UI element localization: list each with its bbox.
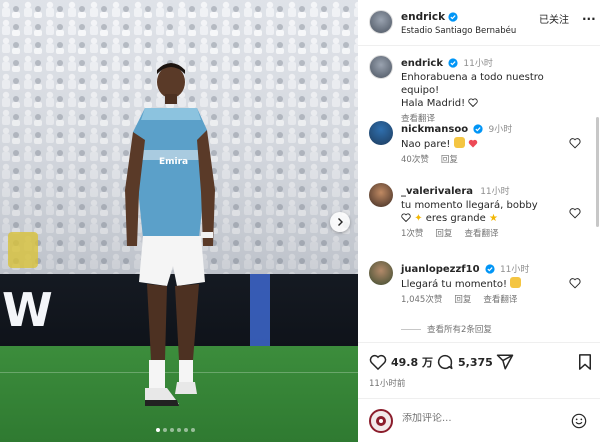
heart-icon[interactable]	[569, 277, 581, 289]
share-icon[interactable]	[496, 353, 514, 371]
viewer-avatar[interactable]	[369, 409, 393, 433]
author-avatar[interactable]	[369, 10, 393, 34]
comment-username[interactable]: juanlopezzf10	[401, 264, 480, 275]
praying-hands-emoji	[453, 137, 465, 148]
carousel-dot	[177, 428, 181, 432]
verified-icon	[448, 12, 458, 22]
view-replies-label: 查看所有2条回复	[427, 325, 492, 335]
like-action: 49.8 万	[369, 353, 433, 371]
comment-likes[interactable]: 40次赞	[401, 154, 429, 167]
verified-icon	[485, 264, 495, 274]
bookmark-action	[576, 353, 594, 371]
author-username[interactable]: endrick	[401, 11, 445, 23]
comment-avatar[interactable]	[369, 183, 393, 207]
heart-icon[interactable]	[569, 207, 581, 219]
caption-time: 11小时	[463, 59, 493, 69]
ad-board-stripe	[250, 274, 270, 346]
heart-icon[interactable]	[369, 353, 387, 371]
praying-hands-emoji	[510, 277, 522, 288]
carousel-dot	[191, 428, 195, 432]
player-figure: Emira	[125, 63, 215, 406]
post-location[interactable]: Estadio Santiago Bernabéu	[401, 26, 516, 36]
heart-outline-icon	[401, 213, 411, 223]
author-row: endrick	[401, 11, 458, 23]
comment-text: tu momento llegará, bobby	[401, 200, 538, 211]
comment-action: 5,375	[436, 353, 493, 371]
star-emoji: ★	[488, 213, 498, 224]
comments-scrollbar[interactable]	[596, 117, 599, 227]
comment-time: 11小时	[480, 187, 510, 197]
carousel-dot	[184, 428, 188, 432]
comment-avatar[interactable]	[369, 121, 393, 145]
comment-count[interactable]: 5,375	[458, 356, 493, 369]
share-action	[496, 353, 514, 371]
post-timestamp[interactable]: 11小时前	[369, 377, 405, 389]
comment-text: Llegará tu momento!	[401, 277, 577, 291]
carousel-dot	[170, 428, 174, 432]
comment-body: juanlopezzf10 11小时 Llegará tu momento! 1…	[401, 263, 577, 307]
replies-line	[401, 328, 421, 330]
red-heart-icon	[468, 139, 478, 148]
comment-likes[interactable]: 1,045次赞	[401, 294, 442, 307]
reply-button[interactable]: 回复	[435, 228, 452, 241]
emoji-icon[interactable]	[571, 413, 587, 429]
chevron-right-icon	[338, 218, 343, 226]
bookmark-icon[interactable]	[576, 353, 594, 371]
comment-icon[interactable]	[436, 353, 454, 371]
comment-username[interactable]: nickmansoo	[401, 124, 468, 135]
comment-meta: 1次赞 回复 查看翻译	[401, 228, 577, 241]
post-sidebar: endrick Estadio Santiago Bernabéu 已关注 ..…	[358, 0, 600, 442]
heart-icon[interactable]	[569, 137, 581, 149]
see-translation-link[interactable]: 查看翻译	[483, 294, 517, 307]
see-translation-link[interactable]: 查看翻译	[464, 228, 498, 241]
comment-likes[interactable]: 1次赞	[401, 228, 423, 241]
more-icon[interactable]: ...	[582, 9, 596, 23]
comment-text-line2: ✦ eres grande ★	[401, 212, 577, 225]
comment-meta: 1,045次赞 回复 查看翻译	[401, 294, 577, 307]
carousel-dot	[156, 428, 160, 432]
reply-button[interactable]: 回复	[454, 294, 471, 307]
crest-icon	[376, 416, 386, 426]
caption-avatar[interactable]	[369, 55, 393, 79]
comment-text: Nao pare!	[401, 137, 577, 151]
comment-time: 11小时	[499, 265, 530, 275]
caption-text-line1: Enhorabuena a todo nuestro equipo!	[401, 72, 544, 96]
caption-text-line2: Hala Madrid!	[401, 97, 577, 110]
carousel-next-button[interactable]	[330, 212, 350, 232]
comment-username[interactable]: _valerivalera	[401, 186, 473, 197]
comments-list[interactable]: endrick 11小时 Enhorabuena a todo nuestro …	[358, 47, 600, 342]
following-button[interactable]: 已关注	[539, 11, 569, 26]
caption-body: endrick 11小时 Enhorabuena a todo nuestro …	[401, 57, 577, 126]
comment-body: nickmansoo 9小时 Nao pare! 40次赞 回复	[401, 123, 577, 167]
carousel-indicator	[156, 428, 195, 432]
comment-time: 9小时	[488, 125, 513, 135]
comment-avatar[interactable]	[369, 261, 393, 285]
ad-board-text: W	[2, 283, 53, 337]
caption-username[interactable]: endrick	[401, 58, 443, 69]
reply-button[interactable]: 回复	[441, 154, 458, 167]
comment-body: _valerivalera 11小时 tu momento llegará, b…	[401, 185, 577, 241]
post-photo[interactable]: W Emira	[0, 0, 358, 442]
comment-composer	[358, 398, 600, 442]
svg-text:Emira: Emira	[159, 157, 188, 167]
heart-outline-icon	[468, 98, 478, 108]
carousel-dot	[163, 428, 167, 432]
comment-meta: 40次赞 回复	[401, 154, 577, 167]
sparkles-emoji: ✦	[414, 213, 423, 224]
like-count[interactable]: 49.8 万	[391, 354, 433, 370]
view-replies-button[interactable]: 查看所有2条回复	[401, 323, 492, 335]
post-header: endrick Estadio Santiago Bernabéu 已关注 ..…	[358, 0, 600, 46]
verified-icon	[473, 124, 483, 134]
verified-icon	[448, 58, 458, 68]
comment-input[interactable]	[402, 413, 552, 424]
